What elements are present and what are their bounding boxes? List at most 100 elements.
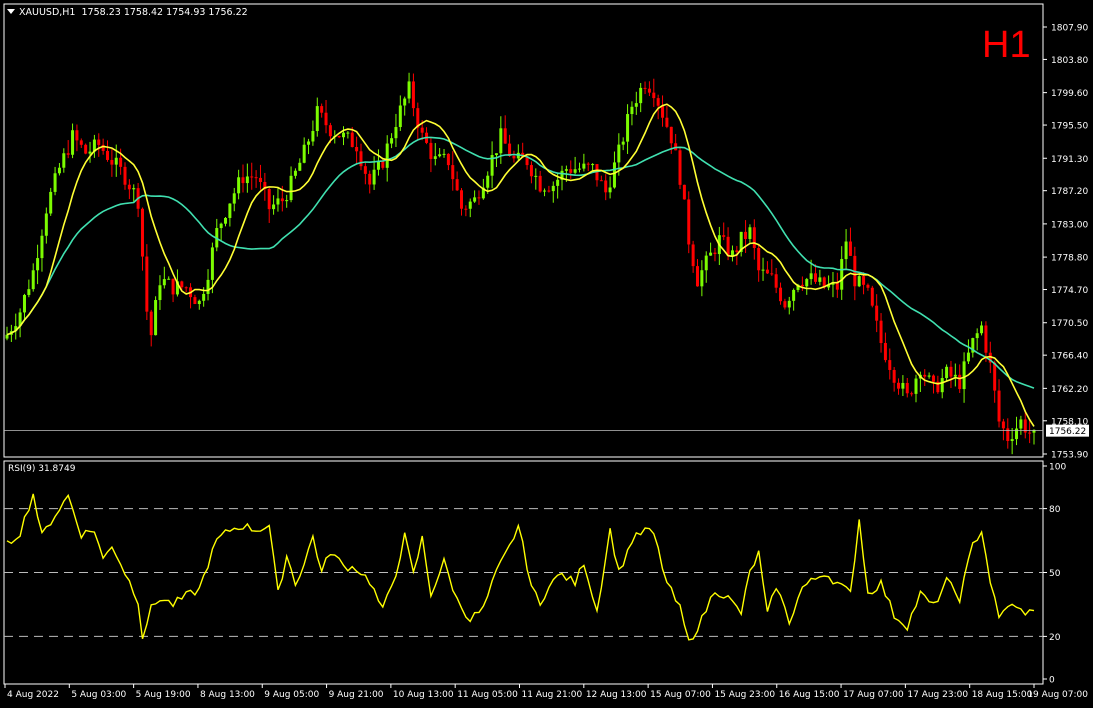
time-tick-label: 8 Aug 13:00 [200,690,255,700]
candle-body [494,153,498,156]
candle-body [403,98,407,106]
candle-body [525,157,529,166]
candle-body [888,360,892,370]
candle-body [730,250,734,256]
candle-body [355,146,359,152]
candle-body [923,374,927,377]
candle-body [792,289,796,301]
candle-body [779,287,783,302]
price-tick-label: 1807.90 [1051,24,1088,34]
candle-body [857,276,861,287]
candle-body [774,274,778,288]
candle-body [477,197,481,199]
candle-body [464,208,468,210]
candle-body [149,311,153,336]
candle-body [123,166,127,185]
candle-body [564,169,568,171]
candle-body [363,166,367,174]
candle-body [940,378,944,393]
candle-body [687,199,691,245]
candle-body [451,165,455,180]
ma-slow-line [6,136,1035,389]
candle-body [621,141,625,145]
candle-body [180,281,184,288]
candle-body [805,279,809,287]
candle-body [1015,428,1019,440]
candle-body [604,180,608,193]
symbol-info[interactable]: XAUUSD,H1 1758.23 1758.42 1754.93 1756.2… [19,7,248,18]
candle-body [298,162,302,171]
price-tick-label: 1783.00 [1051,220,1088,230]
candle-body [307,141,311,145]
candle-body [761,269,765,271]
candle-body [958,374,962,390]
time-tick-label: 15 Aug 07:00 [650,690,711,700]
candle-body [503,128,507,144]
candle-body [630,106,634,115]
candle-body [844,241,848,260]
symbol-dropdown-icon[interactable] [7,9,15,14]
candle-body [127,184,131,190]
candle-body [486,175,490,188]
candle-body [543,190,547,192]
time-tick-label: 5 Aug 03:00 [71,690,126,700]
rsi-tick-label: 20 [1049,633,1061,643]
candle-body [97,139,101,145]
candle-body [695,266,699,287]
candle-body [250,176,254,178]
candle-body [966,352,970,362]
candle-body [787,300,791,308]
candle-body [289,175,293,201]
candle-body [870,287,874,306]
candle-body [40,235,44,259]
candle-body [840,259,844,290]
candle-body [953,374,957,377]
candle-body [119,157,123,167]
candle-body [700,270,704,287]
candle-body [71,130,75,155]
candle-body [765,269,769,274]
candle-body [813,273,817,282]
price-tick-label: 1803.80 [1051,56,1088,66]
candle-body [44,213,48,236]
candle-body [569,169,573,173]
candle-body [783,301,787,308]
candle-body [88,151,92,154]
symbol-name: XAUUSD,H1 [19,7,76,18]
timeframe-label: H1 [982,24,1031,66]
candle-body [398,105,402,128]
candle-body [927,375,931,377]
candle-body [184,287,188,289]
candle-body [394,127,398,139]
candle-body [342,132,346,138]
candle-body [1010,439,1014,442]
time-tick-label: 18 Aug 15:00 [972,690,1033,700]
candle-body [110,159,114,165]
candle-body [897,382,901,389]
candle-body [202,293,206,301]
candle-body [848,241,852,256]
candle-body [529,165,533,177]
candle-body [36,258,40,271]
candle-body [368,173,372,185]
price-tick-label: 1753.90 [1051,451,1088,461]
moving-averages-layer [6,103,1035,427]
candle-body [914,378,918,394]
candles-layer [5,72,1036,455]
candle-body [162,279,166,286]
time-tick-label: 10 Aug 13:00 [393,690,454,700]
candle-body [704,255,708,271]
candle-body [709,252,713,256]
candle-body [945,366,949,379]
candle-body [997,390,1001,422]
time-tick-label: 16 Aug 15:00 [779,690,840,700]
price-tick-label: 1795.50 [1051,122,1088,132]
candle-body [744,231,748,239]
candle-body [573,169,577,173]
candle-body [158,285,162,301]
candle-body [79,140,83,145]
candle-body [582,163,586,169]
candle-body [993,362,997,391]
candle-body [726,236,730,256]
time-tick-label: 17 Aug 23:00 [907,690,968,700]
